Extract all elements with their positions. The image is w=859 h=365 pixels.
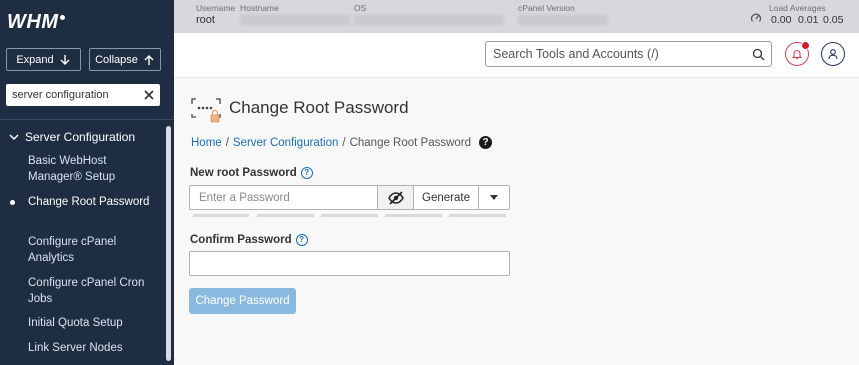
sidebar-item-change-root-password[interactable]: Change Root Password	[28, 194, 153, 210]
arrow-up-icon	[144, 54, 154, 65]
nav-section-label: Server Configuration	[25, 130, 136, 144]
eye-slash-icon	[387, 190, 404, 205]
breadcrumb-separator: /	[342, 136, 346, 149]
breadcrumb: Home / Server Configuration / Change Roo…	[191, 136, 493, 149]
search-input[interactable]	[486, 47, 743, 61]
username-value: root	[196, 14, 215, 26]
sidebar-item-cpanel-analytics[interactable]: Configure cPanel Analytics	[28, 234, 153, 266]
confirm-password-label: Confirm Password	[190, 234, 292, 246]
load-gauge-icon	[750, 13, 762, 22]
page-help-icon[interactable]: ?	[479, 136, 493, 149]
load-averages-label: Load Averages	[769, 3, 826, 13]
breadcrumb-current: Change Root Password	[349, 136, 472, 149]
bell-icon	[791, 50, 803, 60]
sidebar-item-link-server-nodes[interactable]: Link Server Nodes	[28, 340, 153, 356]
sidebar-search-input[interactable]	[6, 85, 140, 105]
search-icon[interactable]	[752, 48, 765, 61]
password-page-icon	[191, 98, 221, 123]
new-password-group: Generate	[189, 185, 510, 210]
active-bullet	[10, 200, 15, 205]
question-circle-icon[interactable]: ?	[300, 167, 313, 179]
toggle-visibility-button[interactable]	[377, 186, 413, 209]
sidebar-scrollbar[interactable]	[166, 126, 171, 361]
collapse-button[interactable]: Collapse	[89, 48, 161, 71]
logo-text: WHM	[7, 10, 59, 33]
sidebar-item-cpanel-cron-jobs[interactable]: Configure cPanel Cron Jobs	[28, 275, 153, 307]
sidebar-search	[6, 84, 160, 106]
strength-segment	[449, 214, 506, 217]
notifications-button[interactable]	[785, 41, 810, 66]
global-search	[485, 41, 772, 67]
caret-down-icon	[490, 195, 498, 200]
close-icon[interactable]	[142, 88, 156, 102]
os-label: OS	[354, 3, 367, 13]
load-average-1: 0.00	[771, 14, 792, 26]
sidebar-item-basic-setup[interactable]: Basic WebHost Manager® Setup	[28, 153, 153, 185]
collapse-label: Collapse	[95, 53, 138, 66]
question-circle-icon[interactable]: ?	[295, 234, 308, 246]
whm-logo[interactable]: WHM	[7, 10, 66, 33]
expand-button[interactable]: Expand	[6, 48, 81, 71]
load-average-15: 0.05	[823, 14, 844, 26]
generate-button[interactable]: Generate	[413, 186, 478, 209]
change-password-button[interactable]: Change Password	[189, 288, 296, 314]
logo-dot	[60, 14, 66, 20]
strength-segment	[321, 214, 378, 217]
cpanel-version-label: cPanel Version	[518, 3, 575, 13]
new-password-label: New root Password	[190, 167, 297, 179]
hostname-label: Hostname	[240, 3, 279, 13]
strength-segment	[193, 214, 249, 217]
username-label: Username	[196, 3, 236, 13]
os-value-redacted	[354, 15, 504, 25]
user-icon	[828, 49, 838, 60]
confirm-password-label-row: Confirm Password ?	[190, 234, 308, 246]
arrow-down-icon	[60, 54, 70, 65]
chevron-down-icon	[9, 134, 19, 141]
hostname-value-redacted	[240, 15, 350, 25]
breadcrumb-separator: /	[225, 136, 229, 149]
cpanel-version-redacted	[518, 15, 608, 25]
breadcrumb-server-configuration[interactable]: Server Configuration	[233, 137, 338, 149]
account-button[interactable]	[821, 42, 845, 66]
sidebar-divider	[0, 119, 174, 120]
sidebar: WHM Expand Collapse Server Configuration…	[0, 0, 174, 365]
top-header	[174, 33, 859, 78]
confirm-password-input[interactable]	[189, 251, 510, 276]
breadcrumb-home[interactable]: Home	[191, 137, 222, 149]
nav-section-server-configuration[interactable]: Server Configuration	[9, 130, 135, 144]
generate-options-button[interactable]	[478, 186, 509, 209]
load-average-5: 0.01	[798, 14, 819, 26]
notification-badge	[801, 41, 810, 50]
sidebar-item-initial-quota-setup[interactable]: Initial Quota Setup	[28, 315, 153, 331]
strength-segment	[385, 214, 442, 217]
expand-label: Expand	[16, 53, 54, 66]
new-password-input[interactable]	[190, 186, 377, 209]
new-password-label-row: New root Password ?	[190, 167, 313, 179]
page-title: Change Root Password	[229, 98, 409, 117]
strength-segment	[257, 214, 314, 217]
